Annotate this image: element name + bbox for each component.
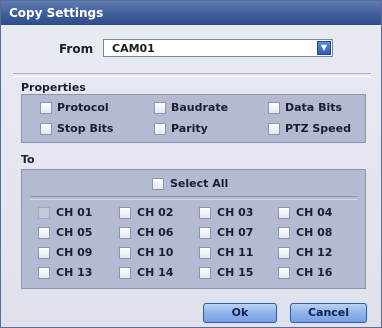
ch-15-checkbox[interactable]	[199, 267, 211, 279]
ptz-speed-checkbox[interactable]	[268, 123, 280, 135]
cancel-button[interactable]: Cancel	[290, 303, 367, 323]
ch-09-label: CH 09	[56, 246, 93, 259]
ch-13-checkbox[interactable]	[38, 267, 50, 279]
ch-15-label: CH 15	[217, 266, 254, 279]
chevron-down-icon[interactable]: ▼	[317, 41, 331, 55]
ch-11-checkbox[interactable]	[199, 247, 211, 259]
ch-14-label: CH 14	[137, 266, 174, 279]
ch-06-label: CH 06	[137, 226, 174, 239]
from-label: From	[59, 42, 94, 56]
to-divider	[30, 196, 357, 200]
data-bits-label: Data Bits	[285, 101, 343, 114]
baudrate-label: Baudrate	[171, 101, 229, 114]
ch-01-checkbox	[38, 207, 50, 219]
divider	[13, 73, 371, 77]
ch-08-label: CH 08	[296, 226, 333, 239]
ch-03-label: CH 03	[217, 206, 254, 219]
protocol-label: Protocol	[57, 101, 109, 114]
stop-bits-checkbox[interactable]	[40, 123, 52, 135]
ch-02-checkbox[interactable]	[119, 207, 131, 219]
ch-07-label: CH 07	[217, 226, 254, 239]
ch-05-label: CH 05	[56, 226, 93, 239]
ch-16-label: CH 16	[296, 266, 333, 279]
select-all-checkbox[interactable]	[152, 178, 164, 190]
ch-14-checkbox[interactable]	[119, 267, 131, 279]
ch-10-label: CH 10	[137, 246, 174, 259]
ch-01-label: CH 01	[56, 206, 93, 219]
ptz-speed-label: PTZ Speed	[285, 122, 351, 135]
copy-settings-dialog: Copy Settings From CAM01 ▼ Properties Pr…	[0, 0, 382, 328]
ch-12-checkbox[interactable]	[278, 247, 290, 259]
ch-06-checkbox[interactable]	[119, 227, 131, 239]
ch-04-label: CH 04	[296, 206, 333, 219]
ch-07-checkbox[interactable]	[199, 227, 211, 239]
ch-13-label: CH 13	[56, 266, 93, 279]
properties-panel: Protocol Baudrate Data Bits Stop Bits Pa…	[21, 94, 366, 143]
ch-12-label: CH 12	[296, 246, 333, 259]
select-all-label: Select All	[170, 177, 229, 190]
ch-04-checkbox[interactable]	[278, 207, 290, 219]
baudrate-checkbox[interactable]	[154, 102, 166, 114]
parity-checkbox[interactable]	[154, 123, 166, 135]
ch-03-checkbox[interactable]	[199, 207, 211, 219]
ch-09-checkbox[interactable]	[38, 247, 50, 259]
dialog-title: Copy Settings	[9, 6, 104, 20]
ch-10-checkbox[interactable]	[119, 247, 131, 259]
ch-11-label: CH 11	[217, 246, 254, 259]
from-camera-select[interactable]: CAM01 ▼	[103, 39, 333, 57]
to-panel: Select All CH 01 CH 02 CH 03 CH 04 CH 05…	[21, 169, 366, 289]
data-bits-checkbox[interactable]	[268, 102, 280, 114]
ch-02-label: CH 02	[137, 206, 174, 219]
protocol-checkbox[interactable]	[40, 102, 52, 114]
stop-bits-label: Stop Bits	[57, 122, 114, 135]
title-bar[interactable]: Copy Settings	[1, 1, 381, 25]
from-camera-value: CAM01	[112, 42, 155, 55]
ch-05-checkbox[interactable]	[38, 227, 50, 239]
parity-label: Parity	[171, 122, 208, 135]
ch-16-checkbox[interactable]	[278, 267, 290, 279]
ok-button[interactable]: Ok	[203, 303, 277, 323]
properties-label: Properties	[21, 81, 86, 94]
ch-08-checkbox[interactable]	[278, 227, 290, 239]
to-label: To	[21, 153, 35, 166]
